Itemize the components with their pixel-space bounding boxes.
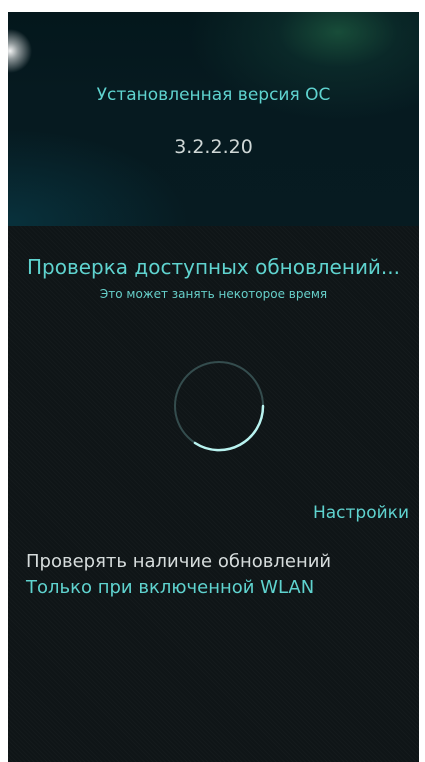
os-version-header: Установленная версия ОС 3.2.2.20 bbox=[8, 12, 419, 226]
checking-updates-title: Проверка доступных обновлений... bbox=[26, 255, 401, 279]
check-updates-label: Проверять наличие обновлений bbox=[26, 551, 332, 572]
busy-indicator-icon bbox=[174, 361, 265, 452]
update-check-page: Проверка доступных обновлений... Это мож… bbox=[8, 226, 419, 762]
settings-section-header: Настройки bbox=[312, 503, 409, 523]
checking-updates-subtitle: Это может занять некоторое время bbox=[99, 287, 328, 301]
check-updates-value: Только при включенной WLAN bbox=[26, 577, 315, 598]
installed-os-version-label: Установленная версия ОС bbox=[96, 85, 331, 105]
check-updates-setting[interactable]: Проверять наличие обновлений Только при … bbox=[26, 549, 406, 601]
phone-screen: Установленная версия ОС 3.2.2.20 Проверк… bbox=[8, 12, 419, 762]
os-version-value: 3.2.2.20 bbox=[174, 136, 253, 158]
